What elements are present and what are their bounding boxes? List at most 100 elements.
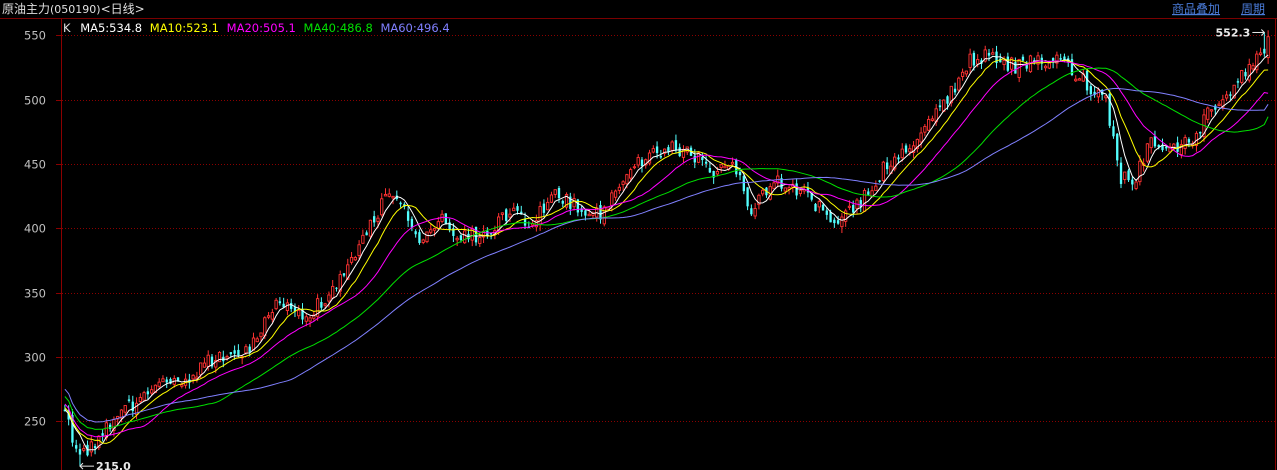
candle-body-up xyxy=(432,228,437,231)
candle-body-down xyxy=(320,301,323,308)
candle-body-down xyxy=(584,210,587,216)
candle-body-up xyxy=(304,316,308,322)
candle-body-up xyxy=(847,205,852,208)
candle-body-up xyxy=(323,303,327,306)
candle-body-down xyxy=(1119,162,1123,184)
candle-body-down xyxy=(836,220,840,224)
candle-body-down xyxy=(1229,94,1232,96)
candle-body-up xyxy=(670,141,674,151)
overlay-link[interactable]: 商品叠加 xyxy=(1172,1,1220,16)
candle-body-up xyxy=(270,312,274,320)
candle-body-up xyxy=(1206,107,1210,120)
candle-body-up xyxy=(881,161,886,182)
candle-body-down xyxy=(342,273,346,276)
candle-body-up xyxy=(538,206,542,226)
candle-body-down xyxy=(165,379,168,383)
candle-body-up xyxy=(1123,171,1127,180)
legend-ma10: MA10:523.1 xyxy=(150,21,219,35)
candle-body-up xyxy=(715,170,720,175)
candle-body-down xyxy=(795,183,798,196)
ma60-line xyxy=(64,87,1269,423)
candle-body-up xyxy=(357,244,361,256)
candle-body-down xyxy=(1127,170,1130,181)
candle-body-up xyxy=(840,216,844,228)
low-label: 215.0 xyxy=(96,460,131,470)
candle-body-up xyxy=(1074,78,1078,82)
candle-body-down xyxy=(1131,179,1134,185)
candle-body-down xyxy=(1199,131,1202,134)
candle-body-down xyxy=(938,105,942,108)
period-link[interactable]: 周期 xyxy=(1241,2,1265,16)
candle-body-down xyxy=(176,377,180,381)
y-tick-label: 300 xyxy=(24,351,46,365)
candle-body-down xyxy=(505,209,508,221)
candle-body-up xyxy=(1138,160,1142,183)
candle-body-up xyxy=(353,257,357,261)
candle-body-up xyxy=(376,217,380,222)
candle-body-up xyxy=(1134,181,1138,189)
candle-body-up xyxy=(380,198,384,216)
candle-body-up xyxy=(500,212,505,215)
candle-body-up xyxy=(1077,78,1082,81)
candle-body-down xyxy=(946,96,949,104)
candle-body-up xyxy=(651,148,655,153)
candle-body-up xyxy=(723,165,727,169)
low-marker: 215.0 xyxy=(79,460,131,470)
candle-body-down xyxy=(101,433,104,436)
candle-body-up xyxy=(142,392,146,401)
candle-body-up xyxy=(636,157,640,166)
candle-body-up xyxy=(429,229,433,233)
candle-body-up xyxy=(425,231,429,243)
candle-body-down xyxy=(542,203,546,213)
candle-body-down xyxy=(738,172,742,176)
candle-body-down xyxy=(742,176,745,192)
candle-body-up xyxy=(629,169,633,179)
candle-body-down xyxy=(640,159,644,167)
candle-body-up xyxy=(976,59,980,65)
candle-body-up xyxy=(225,356,229,359)
candle-body-down xyxy=(248,346,251,353)
candle-body-up xyxy=(157,381,161,387)
candle-body-down xyxy=(1116,133,1119,161)
candle-body-up xyxy=(719,164,723,169)
candle-body-down xyxy=(335,287,338,289)
candle-body-up xyxy=(463,230,467,244)
candle-body-down xyxy=(365,232,368,236)
candle-body-up xyxy=(964,70,968,75)
candle-body-up xyxy=(960,71,965,77)
candle-body-down xyxy=(987,52,991,56)
candle-body-up xyxy=(900,148,904,159)
candle-body-down xyxy=(904,145,908,153)
k-label: K xyxy=(63,21,71,35)
candle-body-down xyxy=(1112,126,1115,137)
candle-body-up xyxy=(138,397,142,402)
y-tick-label: 400 xyxy=(24,222,46,236)
candle-body-up xyxy=(908,148,912,153)
candle-body-down xyxy=(972,52,976,66)
candle-body-down xyxy=(127,399,131,401)
candle-body-down xyxy=(825,210,828,215)
candle-body-down xyxy=(78,449,82,455)
candle-body-up xyxy=(123,405,127,413)
candle-body-up xyxy=(1183,137,1187,149)
candlestick-chart[interactable]: 原油主力(050190)<日线> 商品叠加 周期 250 300 350 400 450… xyxy=(0,0,1277,470)
candle-body-up xyxy=(297,309,301,317)
candle-body-down xyxy=(897,157,900,160)
candles xyxy=(63,30,1270,467)
candle-body-down xyxy=(833,219,836,224)
candle-body-down xyxy=(1059,58,1062,60)
ma10-line xyxy=(64,58,1269,444)
candle-body-down xyxy=(693,155,696,163)
moving-averages xyxy=(64,54,1269,451)
candle-body-up xyxy=(82,448,86,451)
candle-body-down xyxy=(674,140,678,150)
legend-ma5: MA5:534.8 xyxy=(80,21,142,35)
candle-body-up xyxy=(957,77,961,91)
candle-body-up xyxy=(161,378,165,383)
candle-body-up xyxy=(1251,65,1255,70)
y-tick-label: 500 xyxy=(24,94,46,108)
candle-body-up xyxy=(1145,143,1150,162)
candle-body-down xyxy=(233,350,236,354)
candle-body-up xyxy=(1225,94,1229,99)
candle-body-down xyxy=(701,157,704,161)
